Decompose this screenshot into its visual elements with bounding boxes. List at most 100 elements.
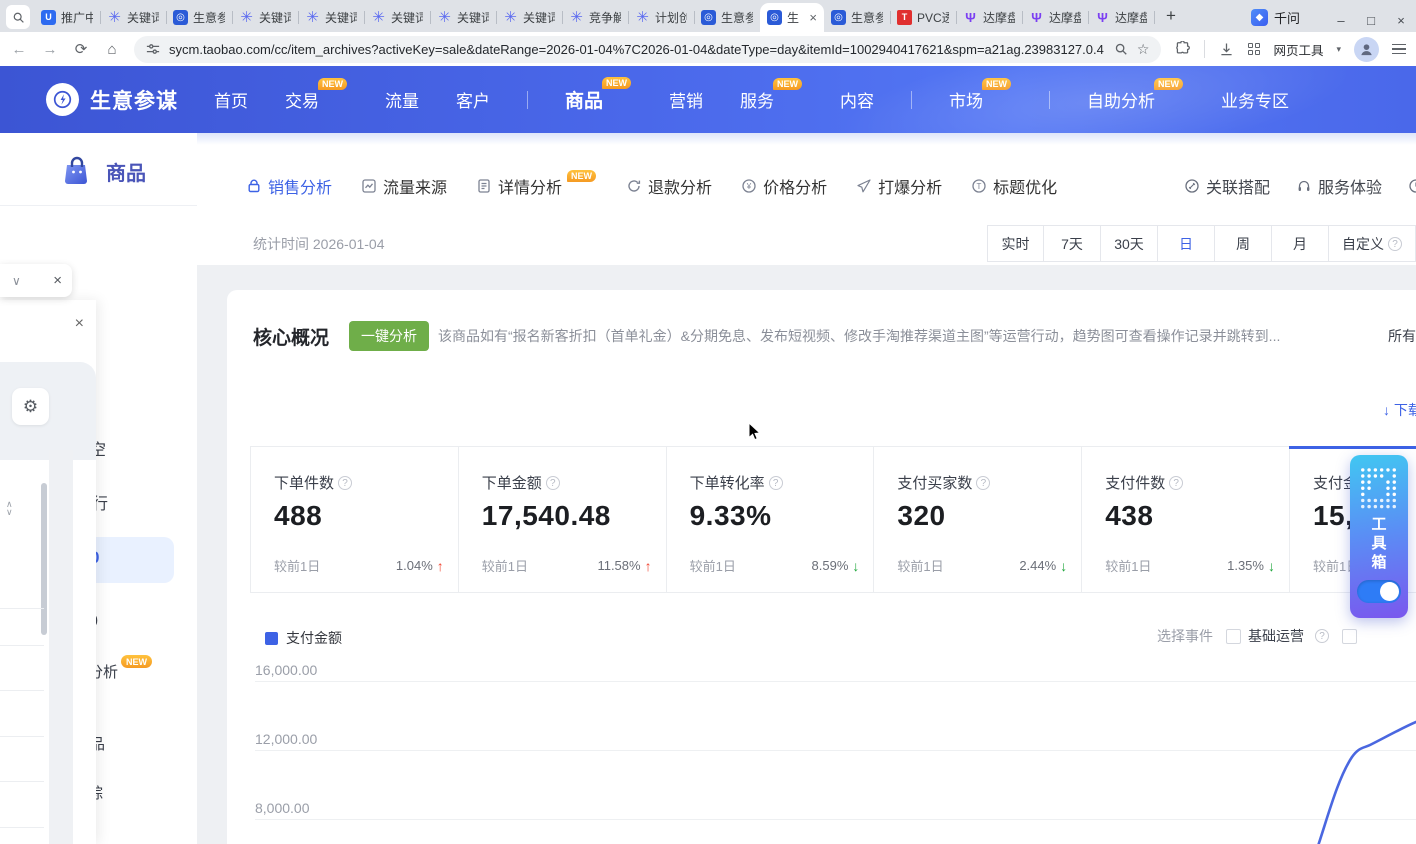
sidebar-item-fragment[interactable]: 分析NEW — [88, 661, 149, 682]
browser-tab[interactable]: Ψ达摩盘 — [956, 3, 1022, 32]
extensions-icon[interactable] — [1174, 41, 1191, 58]
close-icon[interactable]: × — [75, 316, 84, 332]
browser-tab[interactable]: ✳关键词 — [100, 3, 166, 32]
metric-card-支付件数[interactable]: 支付件数?438较前1日1.35%↓ — [1082, 447, 1290, 592]
browser-tab[interactable]: TPVC透 — [890, 3, 956, 32]
new-tab-button[interactable]: + — [1158, 3, 1184, 29]
metric-card-支付买家数[interactable]: 支付买家数?320较前1日2.44%↓ — [874, 447, 1082, 592]
date-option-30天[interactable]: 30天 — [1101, 225, 1158, 262]
subnav-tab-流量来源[interactable]: 流量来源 — [361, 174, 447, 198]
assistant-button[interactable]: ◆ 千问 — [1251, 8, 1300, 27]
subnav-tab-标题优化[interactable]: T标题优化 — [971, 174, 1057, 198]
browser-tab[interactable]: ✳竞争解 — [562, 3, 628, 32]
tab-title: 推广中 — [61, 9, 93, 26]
sort-chevrons-icon[interactable]: ∧∨ — [6, 500, 13, 516]
browser-tab[interactable]: ✳关键词 — [298, 3, 364, 32]
nav-item-商品[interactable]: 商品NEW — [565, 86, 632, 113]
subnav-tab-服务体验[interactable]: 服务体验 — [1296, 174, 1382, 198]
help-icon[interactable]: ? — [1315, 629, 1329, 643]
close-button[interactable]: × — [1386, 13, 1416, 28]
subnav-tab-销售分析[interactable]: 销售分析 — [246, 174, 332, 198]
help-icon[interactable]: ? — [976, 476, 990, 490]
toolbox-toggle[interactable] — [1357, 580, 1401, 603]
nav-item-流量[interactable]: 流量 — [385, 87, 419, 112]
nav-item-label: 流量 — [385, 92, 419, 111]
browser-tab[interactable]: ◎生× — [760, 3, 824, 32]
gear-icon[interactable]: ⚙ — [12, 388, 49, 425]
browser-tab[interactable]: Ψ达摩盘 — [1022, 3, 1088, 32]
profile-avatar[interactable] — [1354, 37, 1379, 62]
date-option-实时[interactable]: 实时 — [987, 225, 1044, 262]
date-option-7天[interactable]: 7天 — [1044, 225, 1101, 262]
webtools-grid-icon[interactable] — [1248, 43, 1260, 55]
browser-tab[interactable]: U推广中 — [34, 3, 100, 32]
nav-item-营销[interactable]: 营销 — [669, 87, 703, 112]
tab-close-icon[interactable]: × — [809, 10, 817, 25]
date-option-自定义[interactable]: 自定义? — [1329, 225, 1416, 262]
subnav-tab-详情分析[interactable]: 详情分析NEW — [476, 174, 597, 198]
nav-item-交易[interactable]: 交易NEW — [285, 87, 348, 112]
browser-tab[interactable]: ✳计划创 — [628, 3, 694, 32]
bag-icon — [246, 178, 262, 194]
minimize-button[interactable]: – — [1326, 13, 1356, 28]
chevron-down-icon[interactable]: ▾ — [1336, 44, 1341, 55]
nav-item-服务[interactable]: 服务NEW — [740, 87, 803, 112]
help-icon[interactable]: ? — [1169, 476, 1183, 490]
y-axis-tick: 12,000.00 — [255, 731, 317, 747]
event-checkbox[interactable] — [1226, 629, 1241, 644]
zoom-icon[interactable] — [1114, 42, 1128, 56]
subnav-tab-价格分析[interactable]: ¥价格分析 — [741, 174, 827, 198]
refund-icon — [626, 178, 642, 194]
more-icon[interactable] — [1408, 178, 1416, 194]
nav-item-客户[interactable]: 客户 — [456, 87, 490, 112]
tab-search-button[interactable] — [6, 5, 30, 29]
subnav-tab-label: 详情分析 — [498, 174, 562, 198]
browser-tab[interactable]: ✳关键词 — [232, 3, 298, 32]
browser-menu-icon[interactable] — [1392, 44, 1406, 55]
metric-card-下单件数[interactable]: 下单件数?488较前1日1.04%↑ — [251, 447, 459, 592]
help-icon[interactable]: ? — [546, 476, 560, 490]
browser-tab[interactable]: ◎生意参 — [166, 3, 232, 32]
browser-tab[interactable]: ✳关键词 — [430, 3, 496, 32]
scrollbar-thumb[interactable] — [41, 483, 47, 635]
forward-icon[interactable]: → — [41, 41, 59, 58]
metric-card-下单金额[interactable]: 下单金额?17,540.48较前1日11.58%↑ — [459, 447, 667, 592]
toolbox-widget[interactable]: 工具箱 — [1350, 455, 1408, 618]
date-option-月[interactable]: 月 — [1272, 225, 1329, 262]
subnav-tab-退款分析[interactable]: 退款分析 — [626, 174, 712, 198]
address-bar[interactable]: sycm.taobao.com/cc/item_archives?activeK… — [134, 36, 1161, 63]
refresh-icon[interactable]: ⟳ — [72, 40, 90, 58]
nav-item-业务专区[interactable]: 业务专区 — [1221, 87, 1289, 112]
date-option-日[interactable]: 日 — [1158, 225, 1215, 262]
download-icon[interactable] — [1218, 41, 1235, 58]
nav-item-label: 营销 — [669, 92, 703, 111]
subnav-tab-打爆分析[interactable]: 打爆分析 — [856, 174, 942, 198]
help-icon[interactable]: ? — [769, 476, 783, 490]
one-key-analyze-button[interactable]: 一键分析 — [349, 321, 429, 351]
browser-tab[interactable]: ✳关键词 — [364, 3, 430, 32]
collapse-chevron-icon[interactable]: ∨ — [12, 274, 21, 288]
download-link[interactable]: ↓ 下载 — [1383, 400, 1416, 420]
nav-item-自助分析[interactable]: 自助分析NEW — [1087, 87, 1184, 112]
event-checkbox[interactable] — [1342, 629, 1357, 644]
webtools-label[interactable]: 网页工具 — [1273, 40, 1323, 59]
nav-item-内容[interactable]: 内容 — [840, 87, 874, 112]
maximize-button[interactable]: □ — [1356, 13, 1386, 28]
bookmark-star-icon[interactable]: ☆ — [1137, 41, 1150, 58]
home-icon[interactable]: ⌂ — [103, 41, 121, 58]
all-actions-link[interactable]: 所有 — [1388, 326, 1416, 346]
nav-item-市场[interactable]: 市场NEW — [949, 87, 1012, 112]
browser-tab[interactable]: ◎生意参 — [824, 3, 890, 32]
browser-tab[interactable]: ✳关键词 — [496, 3, 562, 32]
subnav-tab-关联搭配[interactable]: 关联搭配 — [1184, 174, 1270, 198]
brand[interactable]: 生意参谋 — [46, 83, 178, 116]
date-option-周[interactable]: 周 — [1215, 225, 1272, 262]
back-icon[interactable]: ← — [10, 41, 28, 58]
help-icon[interactable]: ? — [1388, 237, 1402, 251]
nav-item-首页[interactable]: 首页 — [214, 87, 248, 112]
metric-card-下单转化率[interactable]: 下单转化率?9.33%较前1日8.59%↓ — [667, 447, 875, 592]
browser-tab[interactable]: Ψ达摩盘 — [1088, 3, 1154, 32]
help-icon[interactable]: ? — [338, 476, 352, 490]
close-icon[interactable]: × — [53, 273, 62, 288]
browser-tab[interactable]: ◎生意参 — [694, 3, 760, 32]
